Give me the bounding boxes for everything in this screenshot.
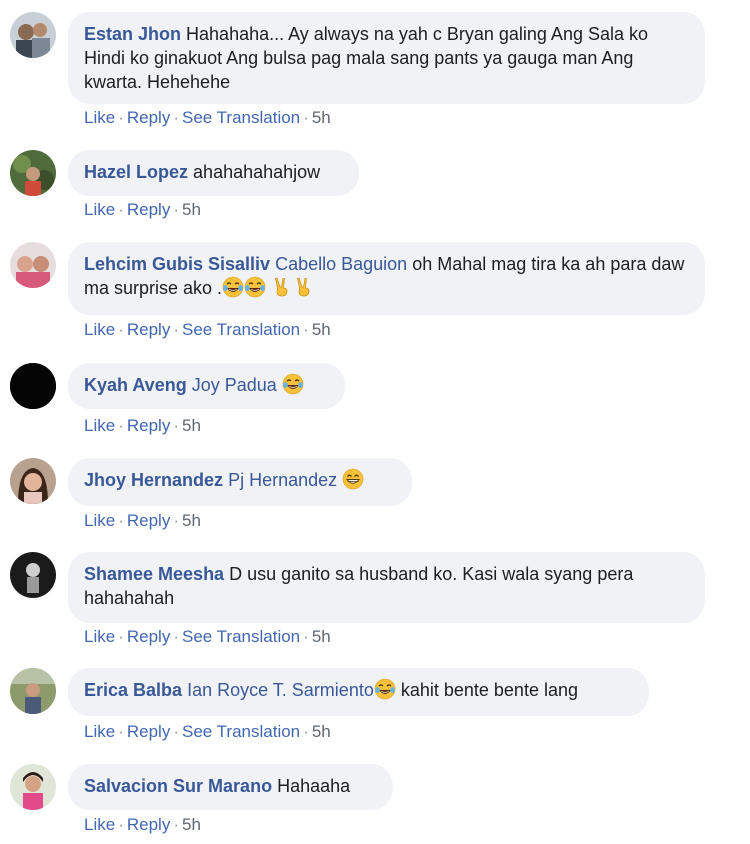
- avatar[interactable]: [10, 242, 56, 288]
- profile-photo-icon: [10, 242, 56, 288]
- comment-bubble: Jhoy Hernandez Pj Hernandez: [68, 458, 412, 506]
- tears-of-joy-icon: [244, 276, 266, 298]
- timestamp[interactable]: 5h: [182, 511, 201, 530]
- comment-actions: Like · Reply · See Translation · 5h: [84, 722, 331, 741]
- comment-bubble: Lehcim Gubis Sisalliv Cabello Baguion oh…: [68, 242, 705, 315]
- author-name[interactable]: Kyah Aveng: [84, 375, 187, 395]
- timestamp[interactable]: 5h: [182, 416, 201, 435]
- comment-bubble: Erica Balba Ian Royce T. Sarmiento kahit…: [68, 668, 649, 716]
- tagged-user[interactable]: Joy Padua: [192, 375, 277, 395]
- timestamp[interactable]: 5h: [182, 200, 201, 219]
- comment-bubble: Kyah Aveng Joy Padua: [68, 363, 345, 409]
- profile-photo-icon: [10, 12, 56, 58]
- tagged-user[interactable]: Pj Hernandez: [228, 470, 337, 490]
- tears-of-joy-icon: [374, 678, 396, 700]
- profile-photo-icon: [10, 552, 56, 598]
- victory-hand-icon: [293, 276, 315, 298]
- profile-photo-icon: [10, 150, 56, 196]
- see-translation-link[interactable]: See Translation: [182, 722, 300, 741]
- profile-photo-icon: [10, 668, 56, 714]
- comment-text: Hahaaha: [277, 776, 351, 796]
- timestamp[interactable]: 5h: [312, 627, 331, 646]
- black-avatar-icon: [10, 363, 56, 409]
- like-link[interactable]: Like: [84, 416, 115, 435]
- comment-text: ahahahahahjow: [193, 162, 321, 182]
- comment-actions: Like · Reply · 5h: [84, 200, 201, 219]
- avatar[interactable]: [10, 764, 56, 810]
- tears-of-joy-icon: [282, 373, 304, 395]
- reply-link[interactable]: Reply: [127, 108, 170, 127]
- like-link[interactable]: Like: [84, 627, 115, 646]
- profile-photo-icon: [10, 458, 56, 504]
- see-translation-link[interactable]: See Translation: [182, 320, 300, 339]
- timestamp[interactable]: 5h: [312, 108, 331, 127]
- author-name[interactable]: Hazel Lopez: [84, 162, 188, 182]
- see-translation-link[interactable]: See Translation: [182, 627, 300, 646]
- author-name[interactable]: Shamee Meesha: [84, 564, 224, 584]
- comment-bubble: Hazel Lopez ahahahahahjow: [68, 150, 359, 196]
- reply-link[interactable]: Reply: [127, 815, 170, 834]
- profile-photo-icon: [10, 764, 56, 810]
- like-link[interactable]: Like: [84, 320, 115, 339]
- author-name[interactable]: Jhoy Hernandez: [84, 470, 223, 490]
- reply-link[interactable]: Reply: [127, 722, 170, 741]
- reply-link[interactable]: Reply: [127, 320, 170, 339]
- author-name[interactable]: Salvacion Sur Marano: [84, 776, 272, 796]
- comment-bubble: Estan Jhon Hahahaha... Ay always na yah …: [68, 12, 705, 104]
- see-translation-link[interactable]: See Translation: [182, 108, 300, 127]
- author-name[interactable]: Estan Jhon: [84, 24, 181, 44]
- comment-text: kahit bente bente lang: [395, 680, 578, 700]
- like-link[interactable]: Like: [84, 108, 115, 127]
- like-link[interactable]: Like: [84, 722, 115, 741]
- reply-link[interactable]: Reply: [127, 200, 170, 219]
- avatar[interactable]: [10, 552, 56, 598]
- tagged-user[interactable]: Cabello Baguion: [275, 254, 407, 274]
- reply-link[interactable]: Reply: [127, 416, 170, 435]
- comment-bubble: Shamee Meesha D usu ganito sa husband ko…: [68, 552, 705, 623]
- comment-actions: Like · Reply · See Translation · 5h: [84, 108, 331, 127]
- comment-actions: Like · Reply · See Translation · 5h: [84, 320, 331, 339]
- like-link[interactable]: Like: [84, 815, 115, 834]
- avatar[interactable]: [10, 12, 56, 58]
- tagged-user[interactable]: Ian Royce T. Sarmiento: [187, 680, 374, 700]
- reply-link[interactable]: Reply: [127, 511, 170, 530]
- reply-link[interactable]: Reply: [127, 627, 170, 646]
- comment-actions: Like · Reply · See Translation · 5h: [84, 627, 331, 646]
- avatar[interactable]: [10, 150, 56, 196]
- avatar[interactable]: [10, 458, 56, 504]
- author-name[interactable]: Erica Balba: [84, 680, 182, 700]
- comment-actions: Like · Reply · 5h: [84, 416, 201, 435]
- tears-of-joy-icon: [222, 276, 244, 298]
- avatar[interactable]: [10, 363, 56, 409]
- avatar[interactable]: [10, 668, 56, 714]
- comment-bubble: Salvacion Sur Marano Hahaaha: [68, 764, 393, 810]
- victory-hand-icon: [271, 276, 293, 298]
- comment-actions: Like · Reply · 5h: [84, 815, 201, 834]
- timestamp[interactable]: 5h: [312, 320, 331, 339]
- author-name[interactable]: Lehcim Gubis Sisalliv: [84, 254, 270, 274]
- like-link[interactable]: Like: [84, 200, 115, 219]
- comment-actions: Like · Reply · 5h: [84, 511, 201, 530]
- timestamp[interactable]: 5h: [182, 815, 201, 834]
- timestamp[interactable]: 5h: [312, 722, 331, 741]
- grinning-face-icon: [342, 468, 364, 490]
- like-link[interactable]: Like: [84, 511, 115, 530]
